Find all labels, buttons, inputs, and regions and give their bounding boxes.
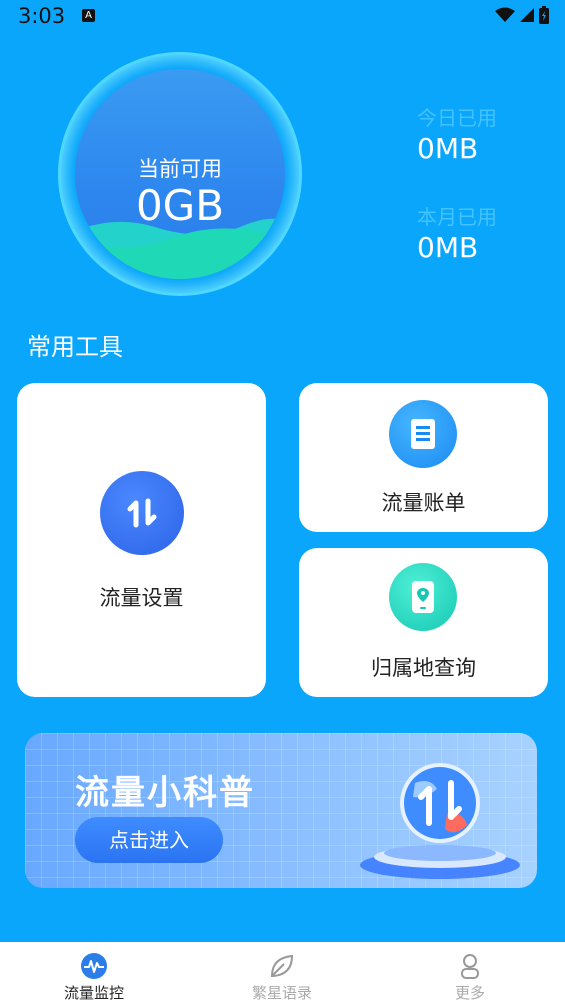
phone-location-icon <box>389 563 457 631</box>
number-location-card[interactable]: 归属地查询 <box>299 548 548 697</box>
number-location-label: 归属地查询 <box>371 656 476 680</box>
gauge-label: 当前可用 <box>138 157 222 181</box>
today-used-value: 0MB <box>417 132 479 165</box>
data-bill-card[interactable]: 流量账单 <box>299 383 548 532</box>
globe-data-icon <box>360 763 520 879</box>
data-bill-label: 流量账单 <box>381 491 466 515</box>
tab-more[interactable]: 更多 <box>400 942 540 1004</box>
person-icon <box>461 954 479 979</box>
data-settings-card[interactable]: 流量设置 <box>17 383 266 697</box>
signal-icon <box>520 8 534 22</box>
tab-quotes-label: 繁星语录 <box>251 984 312 1002</box>
data-gauge: 当前可用 0GB <box>58 52 302 296</box>
tab-more-label: 更多 <box>454 984 485 1002</box>
today-used-label: 今日已用 <box>417 106 497 130</box>
status-time: 3:03 <box>18 4 66 28</box>
tab-data-monitor-label: 流量监控 <box>63 984 124 1002</box>
month-used-value: 0MB <box>417 231 479 264</box>
tab-data-monitor[interactable]: 流量监控 <box>24 942 164 1004</box>
data-transfer-icon <box>100 471 184 555</box>
info-banner[interactable]: 流量小科普 点击进入 <box>25 733 537 888</box>
notification-badge: A <box>82 9 95 22</box>
month-used-label: 本月已用 <box>417 205 497 229</box>
leaf-icon <box>270 954 294 977</box>
tab-quotes[interactable]: 繁星语录 <box>212 942 352 1004</box>
wifi-icon <box>495 7 515 22</box>
data-settings-label: 流量设置 <box>99 586 184 610</box>
section-title: 常用工具 <box>27 333 123 361</box>
bottom-tab-bar: 流量监控 繁星语录 更多 <box>0 942 565 1004</box>
pulse-icon <box>81 953 107 979</box>
status-icons <box>495 6 549 24</box>
document-icon <box>389 400 457 468</box>
battery-icon <box>539 6 549 24</box>
banner-title: 流量小科普 <box>75 773 255 813</box>
enter-button[interactable]: 点击进入 <box>75 817 223 863</box>
gauge-inner: 当前可用 0GB <box>75 69 285 279</box>
gauge-value: 0GB <box>135 181 225 230</box>
status-bar: 3:03 A <box>0 0 565 34</box>
